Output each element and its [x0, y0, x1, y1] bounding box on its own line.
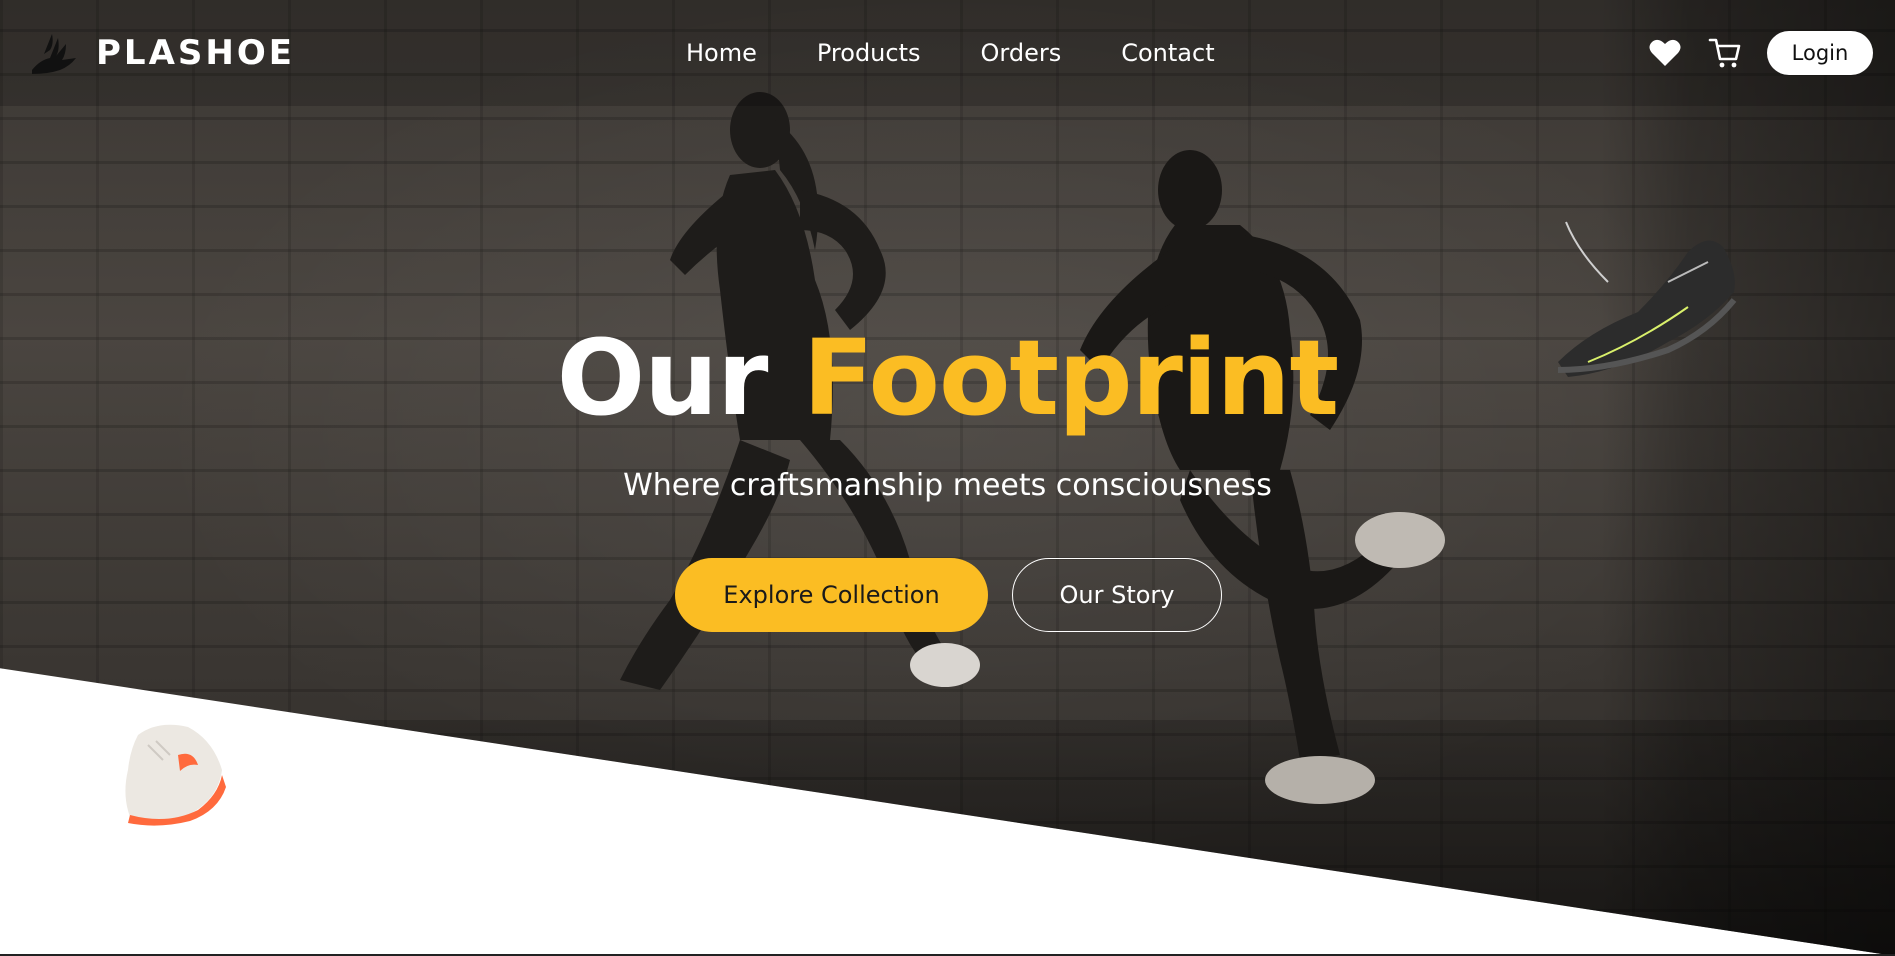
hero-subtitle: Where craftsmanship meets consciousness [623, 468, 1272, 503]
cart-icon[interactable] [1707, 35, 1743, 71]
nav-link-contact[interactable]: Contact [1121, 36, 1214, 70]
explore-collection-button[interactable]: Explore Collection [675, 558, 988, 632]
login-button[interactable]: Login [1767, 31, 1873, 75]
brand-logo[interactable]: PLASHOE [30, 30, 295, 76]
brand-name: PLASHOE [96, 33, 295, 73]
winged-shoe-icon [30, 30, 78, 76]
main-nav: Home Products Orders Contact [686, 36, 1215, 70]
heart-icon[interactable] [1647, 35, 1683, 71]
nav-link-orders[interactable]: Orders [981, 36, 1062, 70]
floating-shoe-dark-image [1548, 212, 1744, 386]
floating-shoe-orange-image [118, 715, 230, 831]
hero-title-part2: Footprint [802, 317, 1340, 439]
nav-link-home[interactable]: Home [686, 36, 757, 70]
our-story-button[interactable]: Our Story [1012, 558, 1222, 632]
nav-actions: Login [1647, 31, 1873, 75]
navbar: PLASHOE Home Products Orders Contact Log [0, 0, 1895, 106]
nav-link-products[interactable]: Products [817, 36, 921, 70]
hero-title-part1: Our [556, 317, 769, 439]
page: PLASHOE Home Products Orders Contact Log [0, 0, 1895, 956]
